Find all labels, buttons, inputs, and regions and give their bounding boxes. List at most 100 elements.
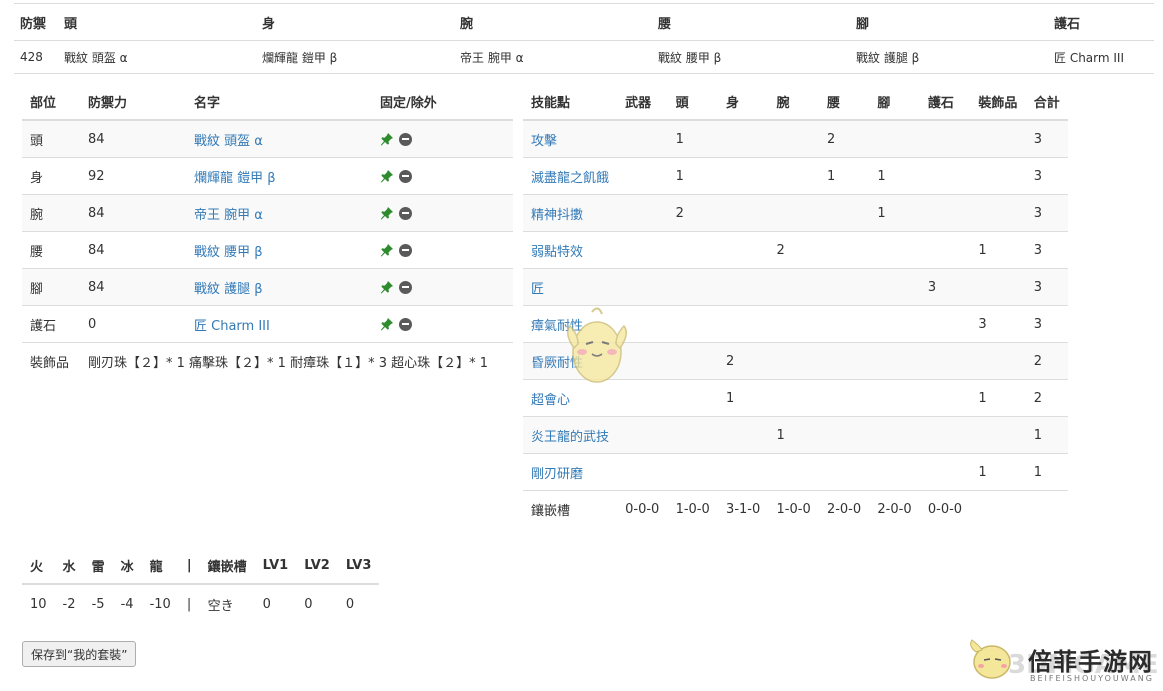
skill-point-cell — [667, 379, 719, 417]
skill-row: 剛刃研磨 1 1 — [523, 453, 1068, 491]
exclude-icon[interactable] — [399, 317, 412, 331]
summary-waist: 戰紋 腰甲 β — [652, 40, 850, 74]
pin-icon[interactable] — [380, 169, 394, 183]
equipment-part: 護石 — [22, 305, 80, 343]
decoration-row: 裝飾品 剛刃珠【２】* 1 痛擊珠【２】* 1 耐瘴珠【１】* 3 超心珠【２】*… — [22, 342, 513, 379]
save-to-my-sets-button[interactable]: 保存到“我的套裝” — [22, 641, 137, 667]
skill-point-cell — [617, 268, 668, 306]
slot-empty — [970, 490, 1026, 527]
pin-icon[interactable] — [380, 317, 394, 331]
summary-header-head: 頭 — [58, 4, 256, 41]
decoration-value: 剛刃珠【２】* 1 痛擊珠【２】* 1 耐瘴珠【１】* 3 超心珠【２】* 1 — [80, 342, 513, 379]
skill-name-link[interactable]: 攻擊 — [531, 134, 557, 149]
skill-point-cell — [970, 268, 1026, 306]
equipment-header-fix: 固定/除外 — [372, 83, 513, 121]
skill-name-link[interactable]: 弱點特效 — [531, 245, 583, 260]
skill-point-cell — [617, 194, 668, 232]
resist-value-cell: 10 — [30, 596, 47, 612]
equipment-name-link[interactable]: 戰紋 腰甲 β — [194, 245, 263, 260]
equipment-name-link[interactable]: 爛輝龍 鎧甲 β — [194, 171, 276, 186]
exclude-icon[interactable] — [399, 243, 412, 257]
skill-point-cell: 3 — [1025, 231, 1068, 269]
skill-point-cell: 1 — [818, 157, 870, 195]
equipment-row: 腰 84 戰紋 腰甲 β — [22, 231, 513, 269]
equipment-name-link[interactable]: 戰紋 頭盔 α — [194, 134, 263, 149]
skill-point-cell: 1 — [970, 453, 1026, 491]
skill-name-link[interactable]: 炎王龍的武技 — [531, 430, 609, 445]
skill-point-cell — [718, 305, 769, 343]
equipment-defense: 84 — [80, 194, 186, 232]
skill-point-cell — [667, 268, 719, 306]
skill-row: 弱點特效 2 1 3 — [523, 231, 1068, 269]
pin-icon[interactable] — [380, 243, 394, 257]
skill-point-cell — [818, 379, 870, 417]
skill-point-cell: 1 — [869, 157, 920, 195]
resist-value-cell: -4 — [120, 596, 134, 612]
resist-header-cell: | — [178, 547, 200, 585]
skill-point-cell — [818, 342, 870, 380]
skill-name-link[interactable]: 剛刃研磨 — [531, 467, 583, 482]
pin-icon[interactable] — [380, 280, 394, 294]
resist-header-cell: 水 — [54, 547, 84, 585]
summary-defense: 428 — [14, 40, 58, 74]
skill-point-cell: 1 — [1025, 453, 1068, 491]
skill-point-cell — [768, 194, 819, 232]
resist-header-cell: LV2 — [296, 547, 338, 585]
equipment-name-link[interactable]: 匠 Charm III — [194, 319, 270, 334]
skill-header-cell: 技能點 — [523, 83, 618, 121]
resist-header-cell: 鑲嵌槽 — [199, 547, 255, 585]
exclude-icon[interactable] — [399, 206, 412, 220]
skill-point-cell: 3 — [1025, 157, 1068, 195]
skill-point-cell: 1 — [667, 157, 719, 195]
slot-empty — [1025, 490, 1068, 527]
skill-point-cell — [919, 119, 971, 158]
skill-point-cell — [617, 453, 668, 491]
skill-name-link[interactable]: 匠 — [531, 282, 544, 297]
summary-table: 防禦 頭 身 腕 腰 腳 護石 428 戰紋 頭盔 α 爛輝龍 鎧甲 β 帝王 … — [14, 4, 1154, 74]
skill-point-cell — [919, 342, 971, 380]
summary-arm: 帝王 腕甲 α — [454, 40, 652, 74]
summary-header-defense: 防禦 — [14, 4, 58, 41]
resist-header-cell: LV3 — [337, 547, 380, 585]
skill-point-cell — [869, 453, 920, 491]
skill-name-link[interactable]: 超會心 — [531, 393, 570, 408]
skill-point-cell — [919, 379, 971, 417]
exclude-icon[interactable] — [399, 169, 412, 183]
resist-value-cell: 0 — [304, 596, 313, 612]
skill-name-link[interactable]: 精神抖擻 — [531, 208, 583, 223]
pin-icon[interactable] — [380, 206, 394, 220]
skill-point-cell — [919, 231, 971, 269]
equipment-defense: 84 — [80, 231, 186, 269]
equipment-name-link[interactable]: 帝王 腕甲 α — [194, 208, 263, 223]
skill-point-cell — [970, 342, 1026, 380]
skill-name-link[interactable]: 滅盡龍之飢餓 — [531, 171, 609, 186]
skill-point-cell — [869, 305, 920, 343]
skill-point-cell — [667, 453, 719, 491]
skill-point-cell: 1 — [970, 231, 1026, 269]
resist-value-row: 10 -2 -5 -4 -10 | 空き 0 0 0 — [22, 584, 379, 623]
slot-value: 1-0-0 — [768, 490, 819, 527]
pin-icon[interactable] — [380, 132, 394, 146]
summary-header-waist: 腰 — [652, 4, 850, 41]
skill-point-cell — [970, 157, 1026, 195]
slot-value: 2-0-0 — [818, 490, 870, 527]
summary-value-row: 428 戰紋 頭盔 α 爛輝龍 鎧甲 β 帝王 腕甲 α 戰紋 腰甲 β 戰紋 … — [14, 40, 1154, 74]
slot-row: 鑲嵌槽 0-0-0 1-0-0 3-1-0 1-0-0 2-0-0 2-0-0 0-0-0 — [523, 490, 1068, 527]
summary-body: 爛輝龍 鎧甲 β — [256, 40, 454, 74]
skill-point-cell — [768, 453, 819, 491]
skill-point-cell: 3 — [970, 305, 1026, 343]
resist-header-row: 火水雷冰龍 | 鑲嵌槽 LV1 LV2 LV3 — [22, 547, 380, 585]
summary-header-row: 防禦 頭 身 腕 腰 腳 護石 — [14, 4, 1154, 41]
skill-header-cell: 頭 — [667, 83, 719, 121]
exclude-icon[interactable] — [399, 280, 412, 294]
skill-point-cell: 2 — [718, 342, 769, 380]
mascot-icon — [567, 307, 627, 383]
skill-point-cell — [768, 119, 819, 158]
equipment-part: 腰 — [22, 231, 80, 269]
equipment-header-part: 部位 — [22, 83, 80, 121]
skill-point-cell — [919, 453, 971, 491]
exclude-icon[interactable] — [399, 132, 412, 146]
equipment-name-link[interactable]: 戰紋 護腿 β — [194, 282, 263, 297]
equipment-part: 頭 — [22, 119, 80, 158]
equipment-defense: 84 — [80, 268, 186, 306]
